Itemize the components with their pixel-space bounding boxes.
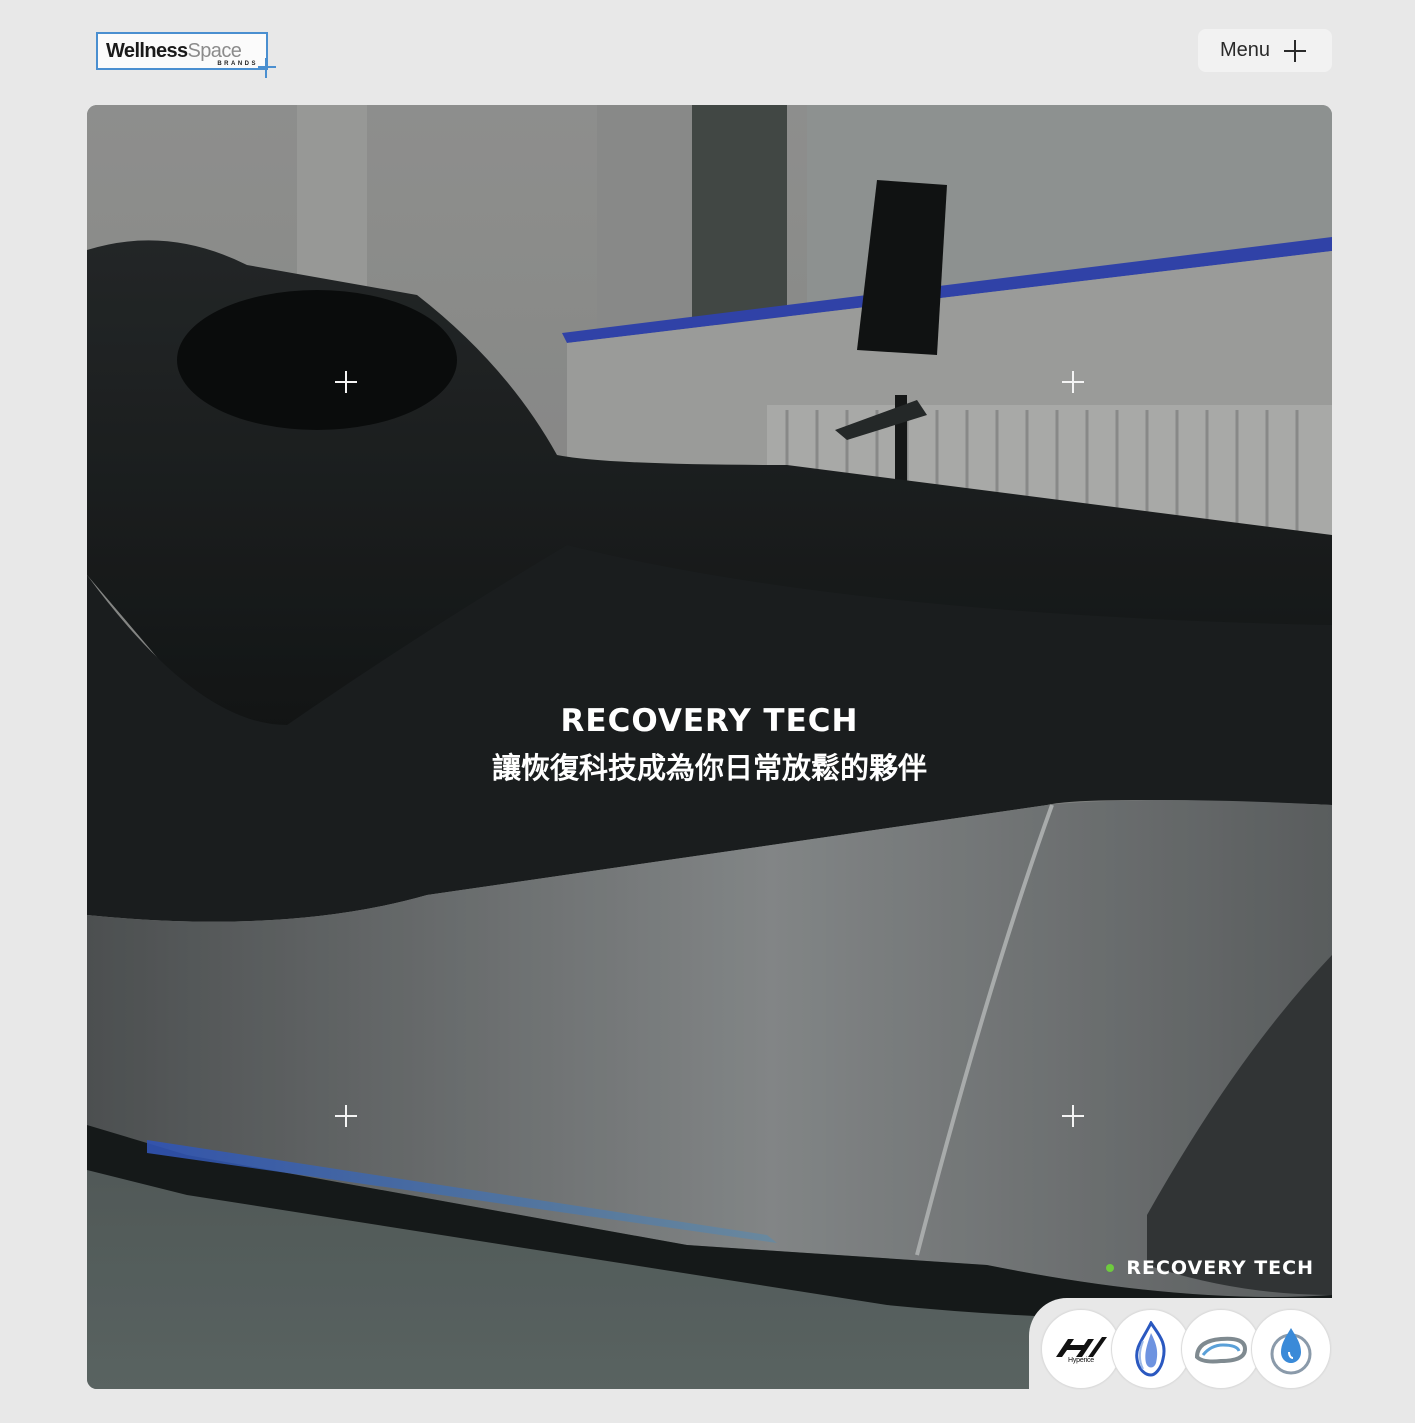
logo-cross-mark-h <box>258 66 276 68</box>
hyperice-logo-icon <box>1056 1336 1107 1357</box>
menu-label: Menu <box>1220 39 1271 61</box>
category-tag-label: RECOVERY TECH <box>1126 1257 1314 1279</box>
hero-subtitle: 讓恢復科技成為你日常放鬆的夥伴 <box>491 751 927 785</box>
crosshair-icon <box>1062 1105 1084 1127</box>
brand-drop[interactable] <box>1251 1309 1331 1389</box>
brand-logo[interactable]: WellnessSpace BRANDS <box>96 32 268 70</box>
logo-subtitle: BRANDS <box>217 61 258 67</box>
crosshair-icon <box>1062 371 1084 393</box>
logo-wordmark: WellnessSpace <box>106 40 242 62</box>
brand-pod[interactable] <box>1181 1309 1261 1389</box>
brand-logo-row: Hyperice <box>1041 1309 1331 1389</box>
logo-cross-mark <box>265 58 267 78</box>
status-dot-icon <box>1106 1264 1115 1272</box>
logo-accent-text: Space <box>187 40 242 62</box>
water-drop-logo-icon <box>1270 1328 1312 1375</box>
menu-button[interactable]: Menu <box>1198 29 1332 72</box>
flame-logo-icon <box>1135 1321 1166 1377</box>
hero-banner: RECOVERY TECH 讓恢復科技成為你日常放鬆的夥伴 RECOVERY T… <box>87 105 1332 1389</box>
brand-hyperice[interactable]: Hyperice <box>1041 1309 1121 1389</box>
brand-flame[interactable] <box>1111 1309 1191 1389</box>
pod-logo-icon <box>1194 1336 1248 1364</box>
hero-title: RECOVERY TECH <box>560 703 859 739</box>
logo-main-text: Wellness <box>106 40 188 62</box>
hero-text-block: RECOVERY TECH 讓恢復科技成為你日常放鬆的夥伴 <box>87 701 1332 786</box>
crosshair-icon <box>335 1105 357 1127</box>
hyperice-label: Hyperice <box>1067 1356 1095 1364</box>
crosshair-icon <box>335 371 357 393</box>
category-tag: RECOVERY TECH <box>1106 1257 1314 1279</box>
plus-icon <box>1284 39 1307 62</box>
